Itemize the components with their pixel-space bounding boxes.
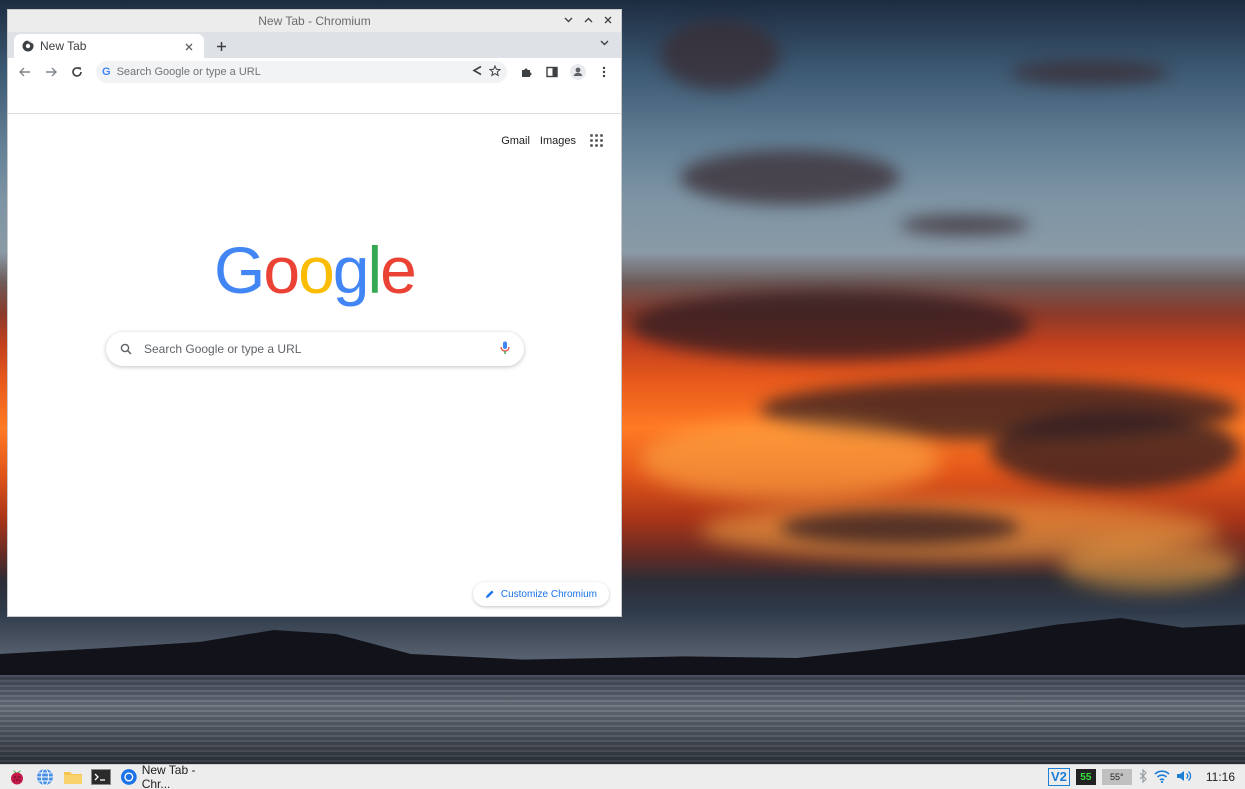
profile-button[interactable] [567,61,589,83]
chevron-down-icon [564,17,572,23]
browser-menu-button[interactable] [593,61,615,83]
extensions-button[interactable] [515,61,537,83]
google-logo: Google [214,232,417,308]
logo-letter: o [263,233,300,307]
tab-title: New Tab [40,39,87,53]
taskbar-window-label: New Tab - Chr... [141,763,196,789]
pencil-icon [485,590,494,598]
voice-search-button[interactable] [500,341,510,358]
folder-icon [64,772,82,784]
window-controls [561,13,615,27]
share-button[interactable] [472,65,483,79]
omnibox[interactable]: G [96,61,507,83]
lake-water [0,675,1245,764]
bookmark-star-button[interactable] [488,64,502,80]
browser-toolbar: G [8,58,621,86]
logo-letter: e [380,233,417,307]
arrow-right-icon [46,67,57,77]
chromium-favicon-icon [22,40,34,52]
gmail-link[interactable]: Gmail [501,135,530,147]
reload-icon [72,67,82,77]
reload-button[interactable] [66,61,88,83]
tab-search-button[interactable] [600,38,609,49]
share-icon [472,65,482,76]
search-icon [120,343,132,355]
window-titlebar[interactable]: New Tab - Chromium [8,10,621,32]
ntp-search-input[interactable] [144,342,488,356]
tab-strip: New Tab [8,32,621,58]
star-icon [488,64,502,77]
cloud [990,410,1240,490]
ntp-header-links: Gmail Images [501,130,607,151]
cpu-usage-monitor[interactable]: 55 [1075,769,1096,785]
raspberry-menu-button[interactable] [6,766,28,788]
cpu-temperature-monitor[interactable]: 55° [1101,769,1132,785]
chromium-window: New Tab - Chromium New Tab G Search Goog… [7,9,622,617]
terminal-icon [91,769,111,785]
logo-letter: g [332,233,370,307]
raspberry-pi-icon [11,770,23,785]
ntp-search-box[interactable] [106,332,524,366]
cloud [1010,60,1170,85]
bluetooth-button[interactable] [1138,768,1148,786]
back-button[interactable] [14,61,36,83]
cloud [660,20,780,90]
puzzle-icon [522,68,532,77]
tab-new-tab[interactable]: New Tab [14,34,204,58]
chromium-icon [120,769,137,785]
cloud [1060,540,1240,590]
minimize-button[interactable] [561,13,575,27]
file-manager-launcher[interactable] [62,766,84,788]
side-panel-icon [546,66,558,78]
volume-icon [1176,770,1191,781]
customize-label: Customize Chromium [500,588,597,600]
tab-close-button[interactable] [182,39,196,54]
bookmarks-bar [8,86,621,114]
cloud [640,420,940,500]
cloud [780,510,1020,545]
chevron-up-icon [584,17,592,23]
logo-letter: o [298,233,335,307]
taskbar: New Tab - Chr... V2 55 55° 11:16 [0,763,1245,789]
maximize-button[interactable] [581,13,595,27]
microphone-icon [500,341,510,354]
close-icon [604,16,612,24]
logo-letter: G [214,233,265,307]
chevron-down-icon [600,40,609,46]
volume-button[interactable] [1176,769,1194,786]
globe-icon [37,768,53,786]
arrow-left-icon [19,67,30,77]
customize-chromium-button[interactable]: Customize Chromium [472,582,609,606]
forward-button[interactable] [40,61,62,83]
more-vertical-icon [602,66,606,78]
taskbar-window-chromium[interactable]: New Tab - Chr... [118,763,228,789]
web-browser-launcher[interactable] [34,766,56,788]
new-tab-button[interactable] [210,35,232,57]
new-tab-page: Gmail Images Google Customize Chromium [8,114,621,616]
system-tray: V2 55 55° 11:16 [1047,768,1239,786]
logo-letter: l [367,233,383,307]
terminal-launcher[interactable] [90,766,112,788]
cloud [900,215,1030,235]
images-link[interactable]: Images [540,135,576,147]
clock[interactable]: 11:16 [1206,770,1235,784]
close-icon [185,43,193,50]
omnibox-input[interactable] [116,66,466,78]
close-window-button[interactable] [601,13,615,27]
profile-avatar-icon [570,64,586,80]
plus-icon [216,41,226,51]
cloud [630,290,1030,360]
bluetooth-icon [1139,768,1147,783]
google-apps-icon[interactable] [586,130,607,151]
wifi-icon [1154,769,1170,783]
vnc-server-icon[interactable]: V2 [1047,768,1070,786]
google-g-icon: G [102,66,111,78]
window-title: New Tab - Chromium [258,14,371,28]
side-panel-button[interactable] [541,61,563,83]
cloud [680,150,900,205]
wifi-button[interactable] [1154,769,1170,786]
